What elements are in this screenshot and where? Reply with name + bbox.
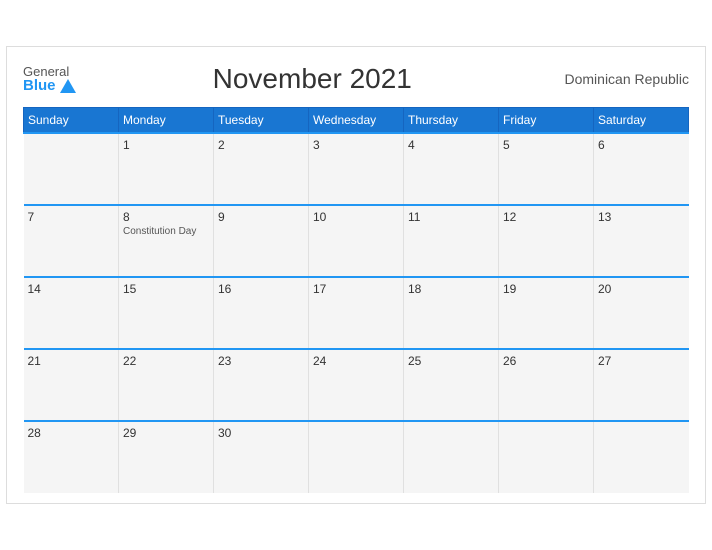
weekday-header: Wednesday	[309, 108, 404, 134]
calendar-cell: 7	[24, 205, 119, 277]
day-number: 25	[408, 354, 494, 368]
calendar-container: General Blue November 2021 Dominican Rep…	[6, 46, 706, 504]
calendar-cell	[24, 133, 119, 205]
calendar-cell: 2	[214, 133, 309, 205]
calendar-cell: 28	[24, 421, 119, 493]
calendar-cell: 9	[214, 205, 309, 277]
calendar-cell: 25	[404, 349, 499, 421]
day-number: 20	[598, 282, 685, 296]
calendar-cell: 5	[499, 133, 594, 205]
day-number: 14	[28, 282, 115, 296]
calendar-body: 12345678Constitution Day9101112131415161…	[24, 133, 689, 493]
calendar-week-row: 123456	[24, 133, 689, 205]
calendar-cell: 19	[499, 277, 594, 349]
calendar-cell: 11	[404, 205, 499, 277]
weekday-row: SundayMondayTuesdayWednesdayThursdayFrid…	[24, 108, 689, 134]
day-number: 8	[123, 210, 209, 224]
day-number: 19	[503, 282, 589, 296]
logo: General Blue	[23, 65, 76, 93]
day-number: 2	[218, 138, 304, 152]
calendar-cell: 21	[24, 349, 119, 421]
calendar-cell: 15	[119, 277, 214, 349]
calendar-cell	[309, 421, 404, 493]
day-number: 7	[28, 210, 115, 224]
day-number: 27	[598, 354, 685, 368]
day-number: 30	[218, 426, 304, 440]
day-number: 12	[503, 210, 589, 224]
day-number: 21	[28, 354, 115, 368]
calendar-cell: 22	[119, 349, 214, 421]
day-number: 26	[503, 354, 589, 368]
day-number: 16	[218, 282, 304, 296]
calendar-cell: 3	[309, 133, 404, 205]
logo-blue-text: Blue	[23, 78, 76, 93]
calendar-cell: 29	[119, 421, 214, 493]
calendar-cell: 30	[214, 421, 309, 493]
day-number: 28	[28, 426, 115, 440]
calendar-cell	[404, 421, 499, 493]
holiday-label: Constitution Day	[123, 226, 209, 237]
calendar-cell	[594, 421, 689, 493]
calendar-header: SundayMondayTuesdayWednesdayThursdayFrid…	[24, 108, 689, 134]
calendar-week-row: 78 Constitution Day 9 10 11 12 13	[24, 205, 689, 277]
day-number: 4	[408, 138, 494, 152]
weekday-header: Monday	[119, 108, 214, 134]
calendar-week-row: 21 22 23 24 25 26 27	[24, 349, 689, 421]
day-number: 17	[313, 282, 399, 296]
country-label: Dominican Republic	[549, 71, 689, 87]
calendar-cell: 12	[499, 205, 594, 277]
day-number: 1	[123, 138, 209, 152]
calendar-cell: 27	[594, 349, 689, 421]
calendar-cell: 8 Constitution Day	[119, 205, 214, 277]
calendar-cell: 4	[404, 133, 499, 205]
calendar-cell: 13	[594, 205, 689, 277]
calendar-cell: 18	[404, 277, 499, 349]
weekday-header: Sunday	[24, 108, 119, 134]
calendar-week-row: 14 15 16 17 18 19 20	[24, 277, 689, 349]
day-number: 5	[503, 138, 589, 152]
day-number: 6	[598, 138, 685, 152]
calendar-week-row: 28 29 30	[24, 421, 689, 493]
weekday-header: Saturday	[594, 108, 689, 134]
logo-triangle-icon	[60, 79, 76, 93]
weekday-header: Tuesday	[214, 108, 309, 134]
calendar-cell: 6	[594, 133, 689, 205]
calendar-cell: 24	[309, 349, 404, 421]
day-number: 11	[408, 210, 494, 224]
calendar-cell: 14	[24, 277, 119, 349]
calendar-title: November 2021	[76, 63, 549, 95]
day-number: 10	[313, 210, 399, 224]
calendar-cell: 17	[309, 277, 404, 349]
day-number: 18	[408, 282, 494, 296]
day-number: 13	[598, 210, 685, 224]
day-number: 15	[123, 282, 209, 296]
day-number: 9	[218, 210, 304, 224]
day-number: 3	[313, 138, 399, 152]
calendar-cell: 26	[499, 349, 594, 421]
header: General Blue November 2021 Dominican Rep…	[23, 63, 689, 95]
calendar-cell: 23	[214, 349, 309, 421]
calendar-cell: 1	[119, 133, 214, 205]
day-number: 22	[123, 354, 209, 368]
day-number: 23	[218, 354, 304, 368]
day-number: 24	[313, 354, 399, 368]
weekday-header: Thursday	[404, 108, 499, 134]
weekday-header: Friday	[499, 108, 594, 134]
calendar-cell	[499, 421, 594, 493]
calendar-cell: 16	[214, 277, 309, 349]
calendar-cell: 20	[594, 277, 689, 349]
calendar-table: SundayMondayTuesdayWednesdayThursdayFrid…	[23, 107, 689, 493]
day-number: 29	[123, 426, 209, 440]
calendar-cell: 10	[309, 205, 404, 277]
